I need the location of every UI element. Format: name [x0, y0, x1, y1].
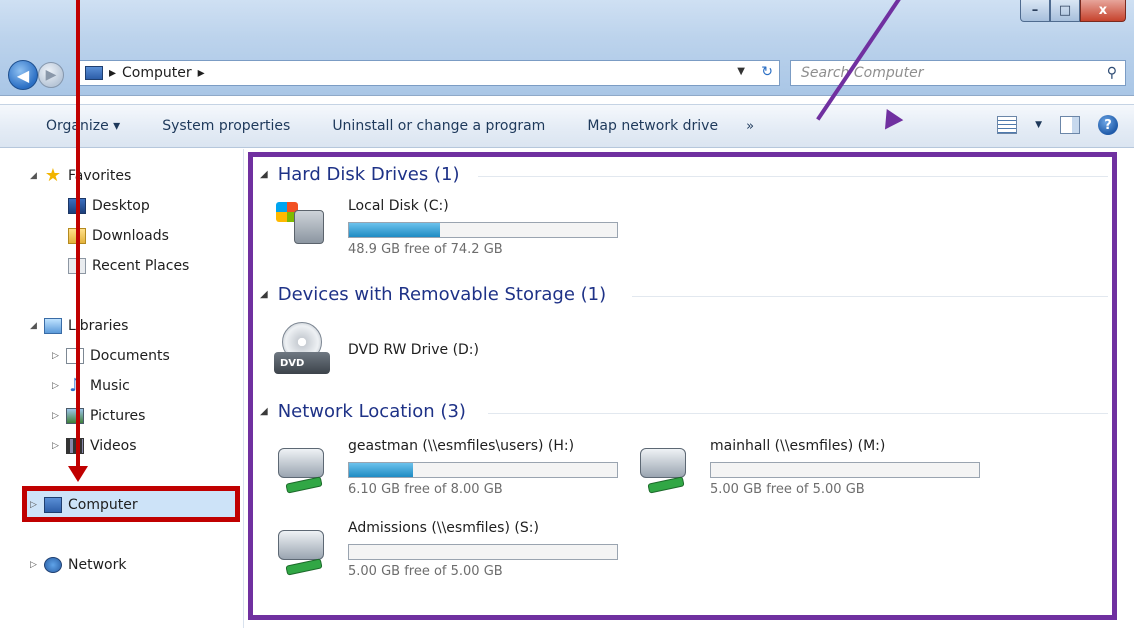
- view-dropdown-icon[interactable]: ▼: [1035, 120, 1042, 130]
- expand-icon[interactable]: ▷: [52, 351, 66, 361]
- toolbar-right: ▼ ?: [997, 115, 1118, 135]
- collapse-icon[interactable]: ◢: [30, 171, 44, 181]
- music-icon: ♪: [69, 375, 81, 396]
- map-network-drive-button[interactable]: Map network drive: [587, 118, 718, 134]
- tree-item-downloads[interactable]: Downloads: [68, 228, 169, 244]
- network-icon: [44, 557, 62, 573]
- tree-label: Downloads: [92, 228, 169, 244]
- documents-icon: [66, 348, 84, 364]
- expand-icon[interactable]: ▷: [30, 500, 44, 510]
- close-button[interactable]: x: [1080, 0, 1126, 22]
- address-dropdown-icon[interactable]: ▼: [737, 66, 745, 77]
- system-properties-button[interactable]: System properties: [162, 118, 290, 134]
- refresh-icon[interactable]: ↻: [761, 64, 773, 80]
- collapse-icon[interactable]: ◢: [30, 321, 44, 331]
- computer-icon: [85, 66, 103, 80]
- breadcrumb-computer[interactable]: Computer: [122, 65, 192, 81]
- title-bar: – □ x ◀ ▶ ▸ Computer ▸ ▼ ↻ Search Comput…: [0, 0, 1134, 96]
- minimize-button[interactable]: –: [1020, 0, 1050, 22]
- forward-arrow-icon[interactable]: ▶: [38, 62, 64, 88]
- maximize-button[interactable]: □: [1050, 0, 1080, 22]
- tree-item-documents[interactable]: ▷ Documents: [52, 348, 170, 364]
- tree-label: Music: [90, 378, 130, 394]
- tree-item-music[interactable]: ▷ ♪ Music: [52, 375, 130, 396]
- expand-icon[interactable]: ▷: [52, 381, 66, 391]
- tree-label: Desktop: [92, 198, 150, 214]
- tree-label: Network: [68, 557, 127, 573]
- tree-item-desktop[interactable]: Desktop: [68, 198, 150, 214]
- red-annotation-arrow: [76, 0, 80, 472]
- expand-icon[interactable]: ▷: [52, 411, 66, 421]
- search-placeholder: Search Computer: [801, 65, 924, 81]
- breadcrumb-separator[interactable]: ▸: [198, 65, 205, 81]
- breadcrumb-separator[interactable]: ▸: [109, 65, 116, 81]
- tree-favorites[interactable]: ◢ ★ Favorites: [30, 165, 131, 186]
- expand-icon[interactable]: ▷: [30, 560, 44, 570]
- star-icon: ★: [44, 165, 62, 186]
- tree-label: Pictures: [90, 408, 146, 424]
- navigation-pane: ◢ ★ Favorites Desktop Downloads Recent P…: [0, 149, 244, 628]
- tree-label: Computer: [68, 497, 138, 513]
- help-icon[interactable]: ?: [1098, 115, 1118, 135]
- uninstall-program-button[interactable]: Uninstall or change a program: [332, 118, 545, 134]
- preview-pane-icon[interactable]: [1060, 116, 1080, 134]
- videos-icon: [66, 438, 84, 454]
- tree-label: Documents: [90, 348, 170, 364]
- more-commands-button[interactable]: »: [746, 119, 754, 134]
- tree-label: Recent Places: [92, 258, 190, 274]
- content-highlight-box: [248, 152, 1117, 620]
- search-icon[interactable]: ⚲: [1107, 65, 1117, 81]
- libraries-icon: [44, 318, 62, 334]
- back-arrow-icon[interactable]: ◀: [8, 60, 38, 90]
- expand-icon[interactable]: ▷: [52, 441, 66, 451]
- pictures-icon: [66, 408, 84, 424]
- address-bar[interactable]: ▸ Computer ▸ ▼ ↻: [78, 60, 780, 86]
- computer-icon: [44, 497, 62, 513]
- window-controls: – □ x: [1020, 0, 1126, 22]
- tree-network[interactable]: ▷ Network: [30, 557, 126, 573]
- tree-item-recent-places[interactable]: Recent Places: [68, 258, 189, 274]
- organize-button[interactable]: Organize ▾: [46, 118, 120, 134]
- tree-item-pictures[interactable]: ▷ Pictures: [52, 408, 145, 424]
- red-arrow-head-icon: [68, 466, 88, 482]
- command-bar: Organize ▾ System properties Uninstall o…: [0, 104, 1134, 148]
- tree-label: Videos: [90, 438, 137, 454]
- change-view-icon[interactable]: [997, 116, 1018, 134]
- tree-computer[interactable]: ▷ Computer: [30, 497, 138, 513]
- tree-item-videos[interactable]: ▷ Videos: [52, 438, 137, 454]
